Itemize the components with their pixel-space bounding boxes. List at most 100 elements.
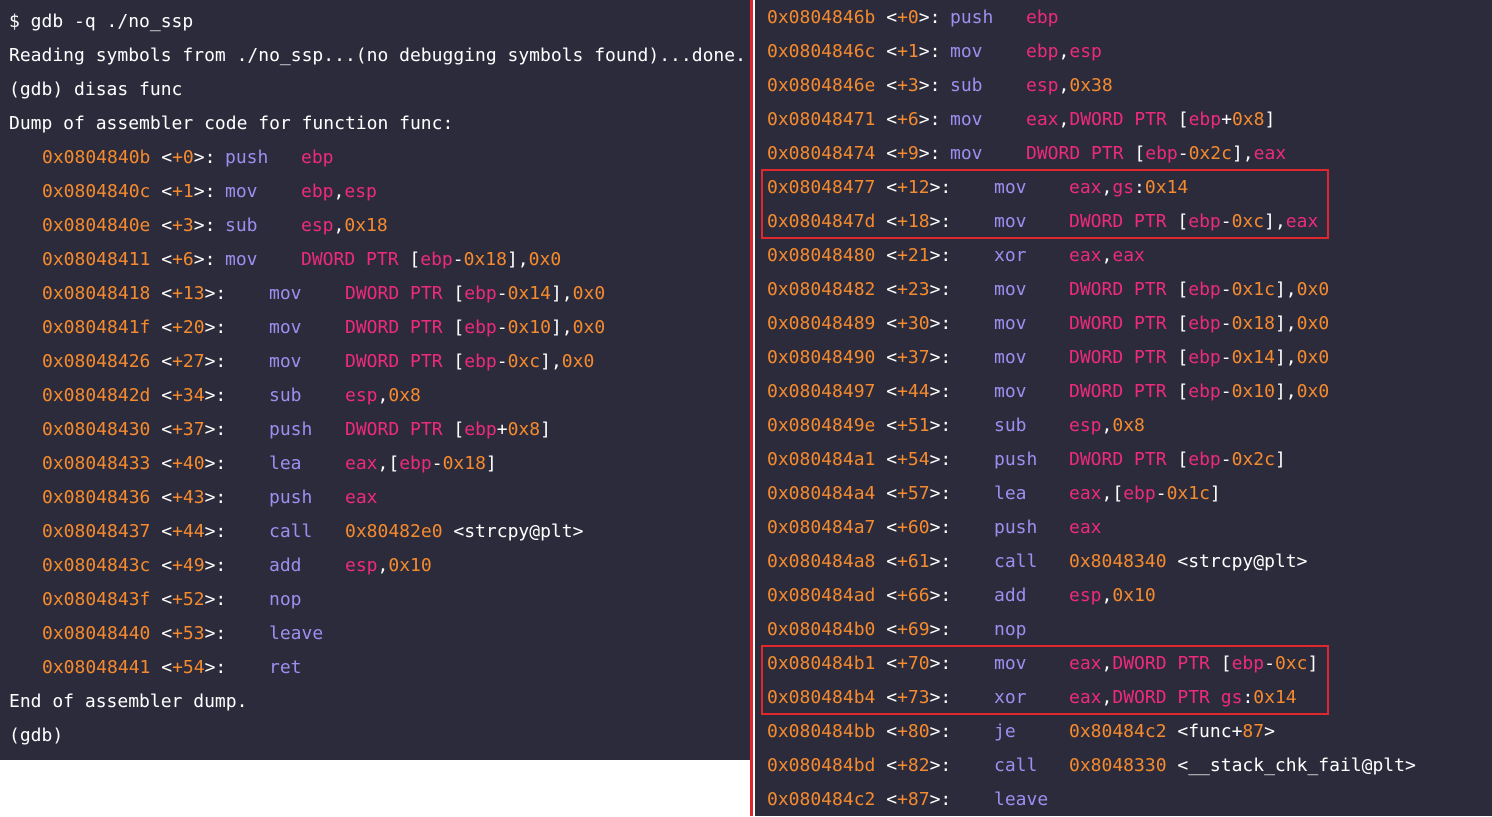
asm-mnemonic: push: [225, 147, 269, 168]
operand-pl: -: [496, 351, 508, 372]
operand-reg: esp: [1069, 41, 1102, 62]
asm-mnemonic-cell: add: [269, 549, 302, 583]
operand-reg: eax: [1069, 483, 1102, 504]
right-terminal-panel: 0x0804846b <+0>: push ebp 0x0804846c <+1>: m…: [755, 0, 1492, 816]
operand-reg: ebp: [420, 249, 453, 270]
operand-reg: eax: [1026, 109, 1059, 130]
operand-pl: +: [496, 419, 508, 440]
operand-pl: ],: [1274, 279, 1297, 300]
operand-pl: [: [1166, 109, 1189, 130]
asm-operands: ebp: [1026, 1, 1059, 35]
operand-pl: -: [1220, 381, 1232, 402]
asm-line: 0x08048474 <+9>:: [767, 137, 940, 171]
operand-pl: ,: [1058, 41, 1070, 62]
asm-operands: DWORD PTR [ebp-0xc],0x0: [345, 345, 594, 379]
operand-num: 0x2c: [1188, 143, 1232, 164]
asm-operands: ebp,esp: [1026, 35, 1102, 69]
operand-reg: eax: [1069, 517, 1102, 538]
offset-bracket: >:: [929, 279, 952, 300]
asm-operands: eax,eax: [1069, 239, 1145, 273]
offset-bracket: <: [875, 75, 898, 96]
operand-pl: ,: [1101, 245, 1113, 266]
asm-mnemonic: mov: [269, 317, 302, 338]
asm-offset: +6: [897, 109, 919, 130]
offset-bracket: >:: [204, 589, 227, 610]
asm-operands: eax: [345, 481, 378, 515]
asm-offset: +60: [897, 517, 930, 538]
highlight-box: [761, 645, 1329, 715]
asm-mnemonic: mov: [994, 313, 1027, 334]
operand-num: 0x0: [561, 351, 595, 372]
asm-mnemonic: mov: [994, 347, 1027, 368]
offset-bracket: >:: [204, 521, 227, 542]
operand-num: 0x10: [388, 555, 432, 576]
operand-reg: ebp: [1188, 313, 1221, 334]
terminal-text-line: (gdb): [9, 725, 64, 746]
operand-num: 0x0: [1296, 381, 1330, 402]
operand-pl: [: [398, 249, 421, 270]
highlight-box: [761, 169, 1329, 239]
operand-num: 0x1c: [1231, 279, 1275, 300]
offset-bracket: <: [875, 551, 898, 572]
asm-address: 0x080484b0: [767, 619, 876, 640]
asm-address: 0x0804846c: [767, 41, 876, 62]
asm-mnemonic-cell: mov: [994, 273, 1027, 307]
operand-pl: ,: [377, 385, 389, 406]
asm-mnemonic: xor: [994, 245, 1027, 266]
asm-mnemonic-cell: call: [994, 749, 1037, 783]
offset-bracket: >:: [929, 755, 952, 776]
asm-mnemonic-cell: mov: [269, 311, 302, 345]
asm-line: 0x0804840e <+3>:: [42, 209, 215, 243]
offset-bracket: >:: [193, 249, 216, 270]
asm-line: 0x08048497 <+44>:: [767, 375, 951, 409]
asm-offset: +52: [172, 589, 205, 610]
asm-mnemonic-cell: lea: [269, 447, 302, 481]
operand-pl: ],: [1274, 347, 1297, 368]
asm-mnemonic-cell: mov: [225, 175, 258, 209]
asm-mnemonic: mov: [269, 283, 302, 304]
operand-pl: ,: [1101, 415, 1113, 436]
asm-mnemonic: leave: [269, 623, 324, 644]
operand-num: 0x0: [1296, 313, 1330, 334]
asm-line: 0x0804849e <+51>:: [767, 409, 951, 443]
asm-address: 0x08048480: [767, 245, 876, 266]
operand-num: 0x18: [442, 453, 486, 474]
asm-offset: +43: [172, 487, 205, 508]
asm-address: 0x0804846b: [767, 7, 876, 28]
operand-num: 0x8: [507, 419, 541, 440]
operand-num: 0x8: [388, 385, 421, 406]
asm-line: 0x08048482 <+23>:: [767, 273, 951, 307]
asm-mnemonic: push: [994, 517, 1038, 538]
operand-pl: ]: [1264, 109, 1276, 130]
offset-bracket: >:: [204, 419, 227, 440]
asm-address: 0x080484c2: [767, 789, 876, 810]
asm-mnemonic: leave: [994, 789, 1049, 810]
asm-mnemonic: nop: [994, 619, 1027, 640]
operand-kw: DWORD PTR: [345, 419, 443, 440]
asm-operands: eax,[ebp-0x18]: [345, 447, 497, 481]
asm-offset: +82: [897, 755, 930, 776]
terminal-text-line: End of assembler dump.: [9, 691, 248, 712]
asm-operands: ebp: [301, 141, 334, 175]
operand-pl: [: [442, 283, 465, 304]
asm-address: 0x08048433: [42, 453, 151, 474]
operand-num: 0x0: [528, 249, 562, 270]
asm-mnemonic-cell: mov: [950, 137, 983, 171]
asm-mnemonic-cell: push: [269, 413, 312, 447]
operand-reg: eax: [1253, 143, 1287, 164]
asm-line: 0x080484a7 <+60>:: [767, 511, 951, 545]
asm-offset: +69: [897, 619, 930, 640]
asm-line: 0x0804846b <+0>:: [767, 1, 940, 35]
asm-address: 0x080484bd: [767, 755, 876, 776]
asm-offset: +21: [897, 245, 930, 266]
operand-pl: -: [496, 283, 508, 304]
asm-offset: +37: [897, 347, 930, 368]
offset-bracket: <: [875, 109, 898, 130]
operand-reg: ebp: [464, 283, 497, 304]
offset-bracket: >:: [918, 7, 941, 28]
operand-reg: eax: [1112, 245, 1145, 266]
asm-line: 0x08048490 <+37>:: [767, 341, 951, 375]
operand-pl: -: [1155, 483, 1167, 504]
offset-bracket: <: [150, 589, 173, 610]
operand-pl: ],: [550, 317, 573, 338]
